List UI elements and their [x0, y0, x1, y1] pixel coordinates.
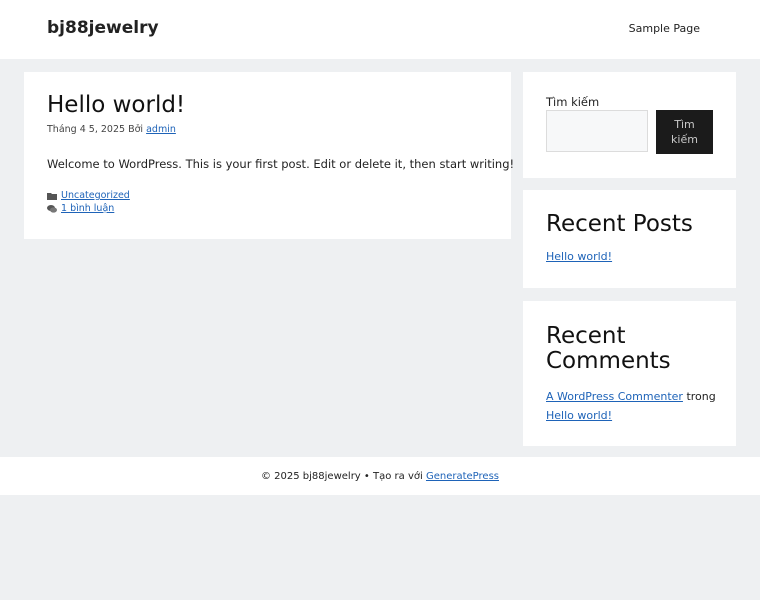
- post-footer-meta: Uncategorized 1 bình luận: [47, 189, 130, 215]
- post-date[interactable]: Tháng 4 5, 2025: [47, 124, 125, 135]
- post-content: Welcome to WordPress. This is your first…: [47, 157, 515, 171]
- footer-copyright: © 2025 bj88jewelry: [261, 470, 361, 482]
- search-label: Tìm kiếm: [546, 95, 600, 109]
- recent-comments-title: Recent Comments: [546, 323, 671, 374]
- nav-item-sample-page[interactable]: Sample Page: [629, 22, 700, 35]
- recent-posts-title: Recent Posts: [546, 211, 693, 237]
- post-author-link[interactable]: admin: [146, 124, 176, 135]
- site-footer: © 2025 bj88jewelry • Tạo ra với Generate…: [0, 457, 760, 495]
- post-title[interactable]: Hello world!: [47, 92, 185, 118]
- site-title[interactable]: bj88jewelry: [47, 18, 159, 38]
- comments-link[interactable]: 1 bình luận: [61, 203, 114, 214]
- recent-comments-widget: Recent Comments A WordPress Commenter tr…: [523, 301, 736, 446]
- post-article: Hello world! Tháng 4 5, 2025 Bởi admin W…: [24, 72, 515, 239]
- site-header: bj88jewelry Sample Page: [0, 0, 760, 59]
- search-button-label-line2: kiếm: [671, 133, 698, 146]
- search-input[interactable]: [546, 110, 648, 152]
- recent-posts-widget: Recent Posts Hello world!: [523, 190, 736, 288]
- comment-connector: trong: [686, 390, 716, 403]
- category-link[interactable]: Uncategorized: [61, 190, 130, 201]
- comment-author-link[interactable]: A WordPress Commenter: [546, 390, 683, 403]
- post-meta: Tháng 4 5, 2025 Bởi admin: [47, 124, 176, 135]
- recent-post-link[interactable]: Hello world!: [546, 250, 612, 263]
- footer-separator: •: [363, 470, 370, 482]
- folder-icon: [47, 191, 57, 201]
- footer-theme-link[interactable]: GeneratePress: [426, 471, 499, 482]
- search-widget: Tìm kiếm Tìm kiếm: [523, 72, 736, 178]
- footer-made-with: Tạo ra với: [373, 470, 423, 482]
- comment-post-link[interactable]: Hello world!: [546, 409, 612, 422]
- search-button[interactable]: Tìm kiếm: [656, 110, 713, 154]
- recent-comment: A WordPress Commenter trong Hello world!: [546, 387, 726, 425]
- search-button-label-line1: Tìm: [674, 118, 695, 131]
- post-by-label: Bởi: [128, 124, 144, 135]
- comments-icon: [47, 204, 57, 214]
